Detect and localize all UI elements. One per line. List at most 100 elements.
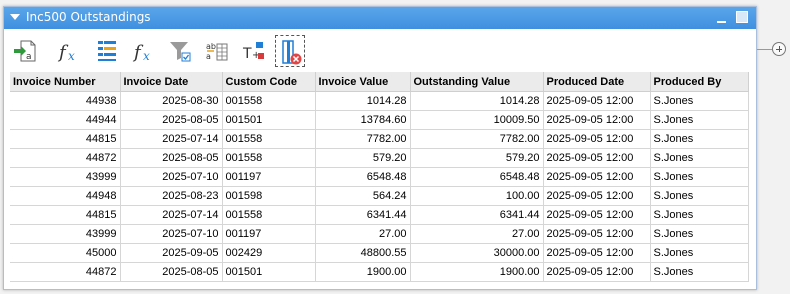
outstanding-value-cell: 10009.50 [410, 110, 544, 130]
custom-code-cell: 002429 [222, 243, 316, 263]
column-header-invoice-date[interactable]: Invoice Date [120, 72, 223, 92]
invoice-number-cell: 43999 [10, 167, 121, 187]
invoice-value-cell: 27.00 [315, 224, 411, 244]
custom-code-cell: 001598 [222, 186, 316, 206]
column-header-invoice-number[interactable]: Invoice Number [10, 72, 121, 92]
table-row[interactable]: 44948 2025-08-23 001598 564.24 100.00 20… [10, 186, 749, 206]
custom-code-cell: 001501 [222, 110, 316, 130]
function-icon: f x [57, 42, 75, 63]
invoice-date-cell: 2025-08-30 [120, 91, 223, 111]
text-format-icon: T + [242, 42, 264, 62]
invoice-date-cell: 2025-09-05 [120, 243, 223, 263]
produced-by-cell: S.Jones [650, 110, 749, 130]
data-table: Invoice Number Invoice Date Custom Code … [10, 72, 749, 282]
produced-date-cell: 2025-09-05 12:00 [543, 205, 651, 225]
filter-icon [170, 42, 191, 62]
produced-date-cell: 2025-09-05 12:00 [543, 262, 651, 282]
invoice-date-cell: 2025-08-05 [120, 262, 223, 282]
invoice-date-cell: 2025-08-23 [120, 186, 223, 206]
function-alt-icon: f x [132, 42, 150, 63]
table-row[interactable]: 44872 2025-08-05 001558 579.20 579.20 20… [10, 148, 749, 168]
produced-by-cell: S.Jones [650, 205, 749, 225]
column-list-button[interactable] [92, 35, 122, 67]
sort-icon: ab a [206, 42, 228, 61]
produced-date-cell: 2025-09-05 12:00 [543, 110, 651, 130]
outstandings-panel: Inc500 Outstandings a f x f x ab a T + I… [3, 6, 757, 290]
table-row[interactable]: 44944 2025-08-05 001501 13784.60 10009.5… [10, 110, 749, 130]
function-button[interactable]: f x [55, 35, 85, 67]
invoice-date-cell: 2025-08-05 [120, 110, 223, 130]
export-button[interactable]: a [10, 35, 40, 67]
invoice-number-cell: 44948 [10, 186, 121, 206]
panel-titlebar: Inc500 Outstandings [4, 7, 756, 29]
produced-by-cell: S.Jones [650, 148, 749, 168]
invoice-value-cell: 7782.00 [315, 129, 411, 149]
clear-columns-button[interactable] [275, 35, 305, 67]
filter-button[interactable] [165, 35, 195, 67]
maximize-button[interactable] [736, 11, 748, 23]
text-format-button[interactable]: T + [238, 35, 268, 67]
invoice-value-cell: 1014.28 [315, 91, 411, 111]
custom-code-cell: 001197 [222, 167, 316, 187]
produced-date-cell: 2025-09-05 12:00 [543, 148, 651, 168]
column-header-produced-date[interactable]: Produced Date [543, 72, 651, 92]
column-header-invoice-value[interactable]: Invoice Value [315, 72, 411, 92]
invoice-number-cell: 44815 [10, 205, 121, 225]
svg-text:ab: ab [206, 42, 216, 51]
custom-code-cell: 001558 [222, 205, 316, 225]
minimize-button[interactable] [716, 12, 727, 23]
produced-by-cell: S.Jones [650, 91, 749, 111]
table-row[interactable]: 44938 2025-08-30 001558 1014.28 1014.28 … [10, 91, 749, 111]
sort-button[interactable]: ab a [202, 35, 232, 67]
header-row: Invoice Number Invoice Date Custom Code … [10, 72, 749, 92]
produced-date-cell: 2025-09-05 12:00 [543, 186, 651, 206]
table-row[interactable]: 44872 2025-08-05 001501 1900.00 1900.00 … [10, 262, 749, 282]
produced-date-cell: 2025-09-05 12:00 [543, 224, 651, 244]
invoice-number-cell: 44872 [10, 148, 121, 168]
produced-by-cell: S.Jones [650, 224, 749, 244]
custom-code-cell: 001558 [222, 148, 316, 168]
table-row[interactable]: 44815 2025-07-14 001558 7782.00 7782.00 … [10, 129, 749, 149]
clear-columns-icon [282, 40, 302, 65]
table-row[interactable]: 45000 2025-09-05 002429 48800.55 30000.0… [10, 243, 749, 263]
invoice-date-cell: 2025-08-05 [120, 148, 223, 168]
produced-date-cell: 2025-09-05 12:00 [543, 91, 651, 111]
svg-text:T: T [242, 46, 252, 62]
table-row[interactable]: 43999 2025-07-10 001197 6548.48 6548.48 … [10, 167, 749, 187]
invoice-number-cell: 44872 [10, 262, 121, 282]
invoice-value-cell: 6341.44 [315, 205, 411, 225]
collapse-arrow-icon[interactable] [10, 14, 20, 20]
svg-text:x: x [143, 49, 150, 63]
outstanding-value-cell: 100.00 [410, 186, 544, 206]
invoice-number-cell: 44944 [10, 110, 121, 130]
outstanding-value-cell: 7782.00 [410, 129, 544, 149]
outstandings-grid[interactable]: Invoice Number Invoice Date Custom Code … [10, 72, 751, 288]
column-header-outstanding-value[interactable]: Outstanding Value [410, 72, 544, 92]
svg-text:a: a [26, 52, 32, 62]
function-alt-button[interactable]: f x [130, 35, 160, 67]
invoice-value-cell: 48800.55 [315, 243, 411, 263]
outstanding-value-cell: 1014.28 [410, 91, 544, 111]
invoice-date-cell: 2025-07-14 [120, 129, 223, 149]
produced-by-cell: S.Jones [650, 167, 749, 187]
invoice-value-cell: 564.24 [315, 186, 411, 206]
outstanding-value-cell: 1900.00 [410, 262, 544, 282]
add-node-button[interactable] [772, 42, 786, 56]
produced-by-cell: S.Jones [650, 129, 749, 149]
column-header-produced-by[interactable]: Produced By [650, 72, 749, 92]
table-row[interactable]: 43999 2025-07-10 001197 27.00 27.00 2025… [10, 224, 749, 244]
outstanding-value-cell: 30000.00 [410, 243, 544, 263]
invoice-value-cell: 13784.60 [315, 110, 411, 130]
produced-by-cell: S.Jones [650, 243, 749, 263]
table-row[interactable]: 44815 2025-07-14 001558 6341.44 6341.44 … [10, 205, 749, 225]
outstanding-value-cell: 6341.44 [410, 205, 544, 225]
invoice-date-cell: 2025-07-14 [120, 205, 223, 225]
export-icon: a [14, 40, 36, 62]
invoice-date-cell: 2025-07-10 [120, 167, 223, 187]
column-header-custom-code[interactable]: Custom Code [222, 72, 316, 92]
custom-code-cell: 001558 [222, 91, 316, 111]
svg-text:a: a [206, 52, 211, 61]
connector-line [757, 49, 772, 50]
invoice-date-cell: 2025-07-10 [120, 224, 223, 244]
produced-date-cell: 2025-09-05 12:00 [543, 243, 651, 263]
